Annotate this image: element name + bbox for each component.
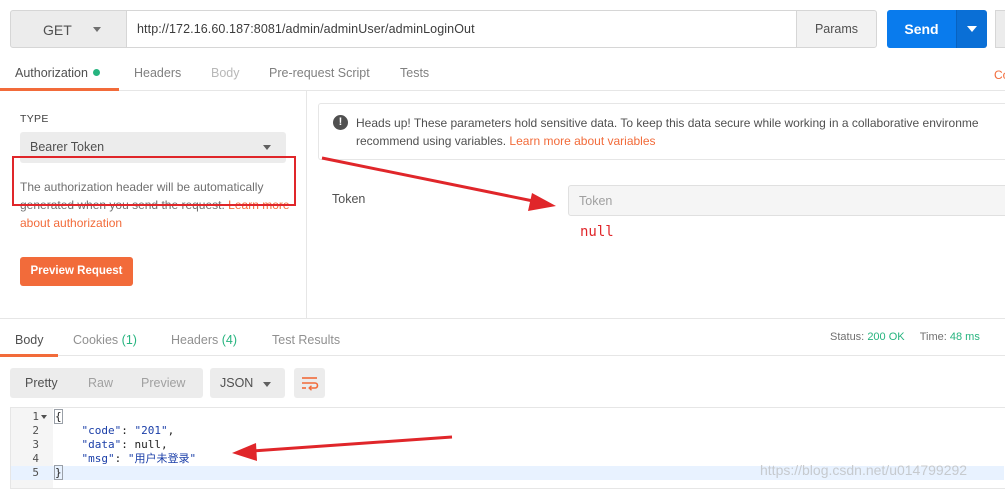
chevron-down-icon: [263, 145, 271, 150]
annotation-highlight-box: [12, 156, 296, 206]
params-button[interactable]: Params: [796, 10, 877, 48]
code-line: 3 "data": null,: [11, 438, 1004, 452]
tab-cookies-label: Cookies: [73, 333, 119, 347]
token-input[interactable]: Token: [568, 185, 1005, 216]
status-label: Status:: [830, 331, 865, 343]
json-value: null: [134, 438, 162, 451]
request-bar: GET http://172.16.60.187:8081/admin/admi…: [0, 0, 1005, 58]
code-text: "data": null,: [81, 438, 168, 451]
chevron-down-icon: [263, 382, 271, 387]
wrap-lines-icon: [302, 377, 319, 391]
method-select[interactable]: GET: [10, 10, 127, 48]
save-button-edge[interactable]: [995, 10, 1005, 48]
json-value: "201": [134, 424, 168, 437]
wrap-lines-button[interactable]: [294, 368, 325, 398]
request-tabs: Authorization Headers Body Pre-request S…: [0, 58, 1005, 91]
active-dot-icon: [92, 69, 100, 77]
cookies-count: (1): [121, 333, 137, 347]
status-value: 200 OK: [867, 331, 905, 343]
code-text: }: [54, 465, 63, 480]
url-input[interactable]: http://172.16.60.187:8081/admin/adminUse…: [127, 10, 797, 48]
preview-request-button[interactable]: Preview Request: [20, 257, 133, 286]
url-value: http://172.16.60.187:8081/admin/adminUse…: [137, 22, 475, 36]
chevron-down-icon: [967, 26, 977, 32]
watermark: https://blog.csdn.net/u014799292: [760, 462, 968, 478]
json-value: "用户未登录": [127, 452, 197, 465]
format-select[interactable]: JSON: [210, 368, 285, 398]
line-number: 1: [32, 410, 39, 423]
chevron-down-icon: [93, 27, 101, 32]
method-label: GET: [43, 22, 72, 38]
close-brace: }: [54, 465, 63, 480]
line-number: 5: [32, 466, 39, 479]
pretty-button[interactable]: Pretty: [25, 376, 58, 390]
line-number: 3: [32, 438, 39, 451]
headers-count: (4): [221, 333, 238, 347]
json-key: "msg": [81, 452, 115, 465]
json-key: "code": [81, 424, 122, 437]
preview-button[interactable]: Preview: [141, 376, 185, 390]
response-status: Status: 200 OK Time: 48 ms: [830, 331, 980, 343]
tab-prerequest-script[interactable]: Pre-request Script: [269, 66, 370, 80]
token-placeholder: Token: [579, 194, 613, 208]
fold-chevron-icon[interactable]: [41, 415, 47, 419]
line-number: 2: [32, 424, 39, 437]
sensitive-data-notice: ! Heads up! These parameters hold sensit…: [318, 103, 1005, 160]
send-button[interactable]: Send: [887, 10, 956, 48]
tab-authorization[interactable]: Authorization: [15, 66, 100, 80]
tab-response-headers[interactable]: Headers (4): [171, 333, 237, 347]
view-mode-group: Pretty Raw Preview: [10, 368, 203, 398]
tab-response-body[interactable]: Body: [15, 333, 44, 347]
time-label: Time:: [919, 331, 947, 343]
send-options-button[interactable]: [956, 10, 987, 48]
raw-button[interactable]: Raw: [88, 376, 113, 390]
tab-authorization-label: Authorization: [15, 66, 88, 80]
response-view-bar: Pretty Raw Preview JSON: [0, 357, 1005, 407]
json-key: "data": [81, 438, 122, 451]
tab-tests[interactable]: Tests: [400, 66, 429, 80]
tab-response-cookies[interactable]: Cookies (1): [73, 333, 137, 347]
code-text: "msg": "用户未登录": [81, 452, 197, 465]
tab-headers[interactable]: Headers: [134, 66, 181, 80]
notice-line-1: Heads up! These parameters hold sensitiv…: [356, 116, 979, 130]
code-line: 2 "code": "201",: [11, 424, 1004, 438]
code-text: {: [54, 409, 63, 424]
tab-body[interactable]: Body: [211, 66, 240, 80]
format-value: JSON: [220, 376, 254, 390]
type-label: TYPE: [20, 113, 49, 125]
annotation-null-text: null: [580, 224, 614, 240]
token-label: Token: [332, 192, 366, 206]
notice-line-2: recommend using variables.: [356, 134, 507, 148]
auth-type-value: Bearer Token: [30, 140, 105, 154]
tab-headers-label: Headers: [171, 333, 219, 347]
learn-more-variables-link[interactable]: Learn more about variables: [509, 134, 655, 148]
tab-test-results[interactable]: Test Results: [272, 333, 340, 347]
info-icon: !: [333, 115, 348, 130]
line-number: 4: [32, 452, 39, 465]
code-text: "code": "201",: [81, 424, 175, 437]
open-brace: {: [54, 409, 63, 424]
time-value: 48 ms: [949, 331, 980, 343]
response-tabs: Body Cookies (1) Headers (4) Test Result…: [0, 318, 1005, 357]
notice-text: Heads up! These parameters hold sensitiv…: [356, 114, 1005, 150]
code-line: 1 {: [11, 409, 1004, 424]
cookies-link[interactable]: Co: [994, 68, 1005, 82]
